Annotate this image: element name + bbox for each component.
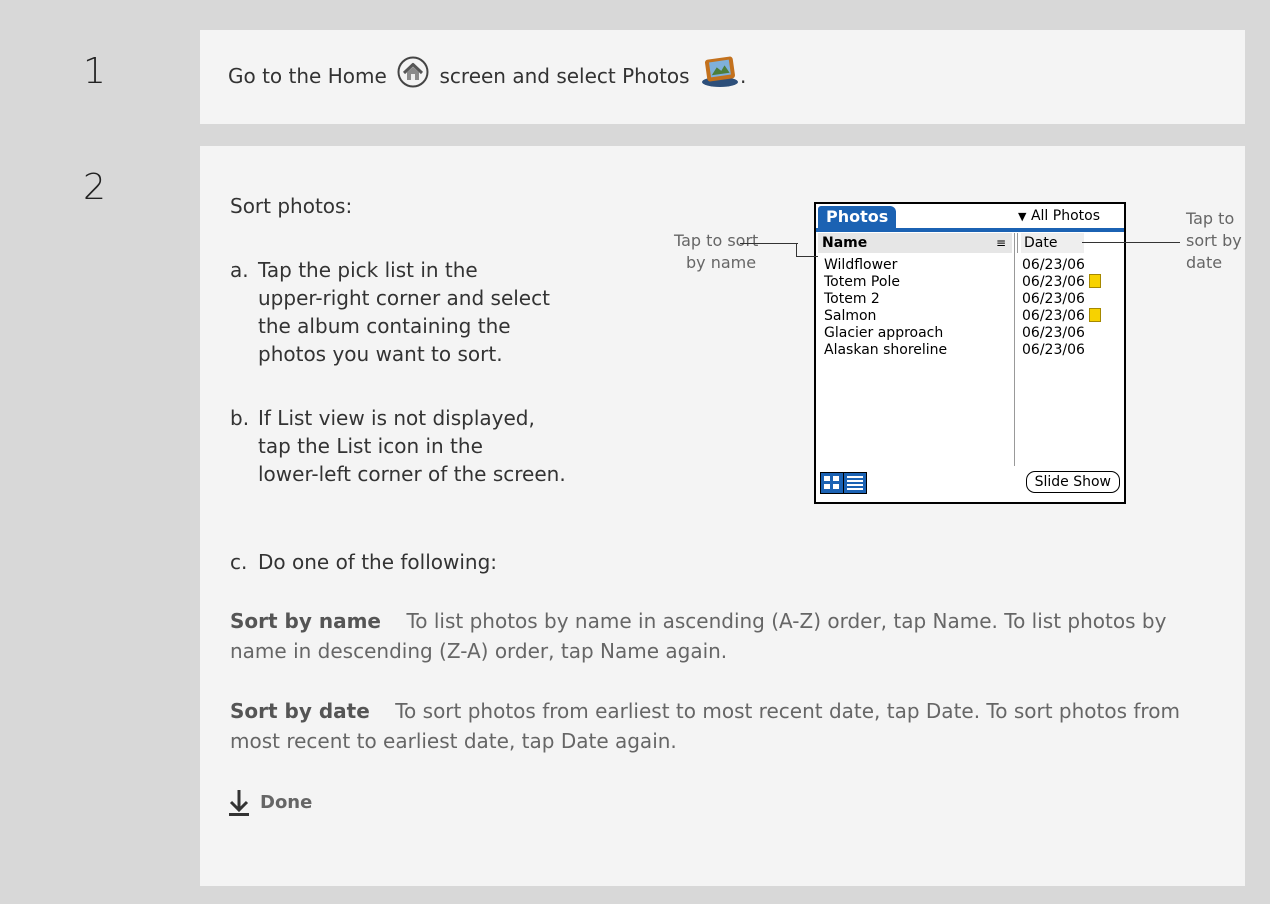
thumbnail-view-icon (824, 476, 839, 489)
item-b-line-2: tap the List icon in the (258, 434, 483, 458)
callout-leader-line (796, 256, 818, 257)
photo-date: 06/23/06 (1022, 257, 1085, 273)
step-1-text-mid: screen and select Photos (439, 64, 690, 88)
step-2-intro: Sort photos: (230, 194, 353, 218)
callout-sort-name-line-2: by name (686, 253, 757, 272)
callout-leader-line (796, 243, 797, 257)
photo-date: 06/23/06 (1022, 325, 1085, 341)
photo-date-cell: 06/23/06 (1022, 257, 1085, 274)
slide-show-label: Slide Show (1034, 474, 1111, 490)
photos-app-icon (700, 54, 740, 93)
list-marker-b: b. (230, 406, 250, 430)
item-c-line-1: Do one of the following: (258, 550, 498, 574)
step-2-body: Sort photos: a. Tap the pick list in the… (200, 146, 1245, 886)
callout-sort-date-line-1: Tap to (1186, 209, 1235, 228)
name-column-label: Name (822, 235, 868, 251)
list-marker-c: c. (230, 550, 248, 574)
callout-sort-date-line-2: sort by (1186, 231, 1242, 250)
photo-name[interactable]: Salmon (824, 308, 876, 325)
date-column-header[interactable]: Date (1021, 233, 1084, 253)
slide-show-button[interactable]: Slide Show (1025, 471, 1120, 493)
list-view-icon (847, 476, 863, 490)
photo-name[interactable]: Alaskan shoreline (824, 342, 947, 359)
step-1-text-after: . (739, 64, 747, 88)
item-a-line-2: upper-right corner and select (258, 286, 550, 310)
done-label[interactable]: Done (260, 792, 312, 813)
photo-name[interactable]: Glacier approach (824, 325, 943, 342)
callout-leader-line (1082, 242, 1180, 243)
item-b-line-3: lower-left corner of the screen. (258, 462, 566, 486)
callout-leader-line (740, 243, 798, 244)
photo-date: 06/23/06 (1022, 342, 1085, 358)
sort-by-date-text: To sort photos from earliest to most rec… (230, 699, 1180, 753)
photo-date-cell: 06/23/06 (1022, 308, 1101, 325)
callout-sort-name-line-1: Tap to sort (674, 231, 759, 250)
photo-name[interactable]: Totem Pole (824, 274, 900, 291)
list-view-button[interactable] (843, 472, 867, 494)
photo-date: 06/23/06 (1022, 291, 1085, 307)
photo-date-cell: 06/23/06 (1022, 291, 1085, 308)
down-arrow-icon (228, 789, 250, 821)
callout-sort-date-line-3: date (1186, 253, 1223, 272)
album-picklist-label: All Photos (1030, 208, 1100, 224)
thumbnail-view-button[interactable] (820, 472, 844, 494)
step-1-instruction: Go to the Home screen and select Photos … (228, 56, 747, 93)
title-bar: Photos ▼ All Photos (816, 204, 1124, 232)
note-icon[interactable] (1088, 308, 1101, 322)
sort-by-date-paragraph: Sort by date To sort photos from earlies… (230, 696, 1220, 756)
step-1-body: Go to the Home screen and select Photos … (200, 30, 1245, 124)
photo-date-cell: 06/23/06 (1022, 274, 1101, 291)
photo-date: 06/23/06 (1022, 274, 1085, 290)
item-a-line-1: Tap the pick list in the (258, 258, 478, 282)
list-marker-a: a. (230, 258, 249, 282)
photo-date: 06/23/06 (1022, 308, 1085, 324)
column-divider (1014, 233, 1015, 466)
photos-list-screenshot: Photos ▼ All Photos Name ≡ Date Wildflow… (814, 202, 1126, 504)
date-column-label: Date (1024, 235, 1058, 251)
photo-name[interactable]: Totem 2 (824, 291, 880, 308)
item-b-line-1: If List view is not displayed, (258, 406, 535, 430)
photo-name[interactable]: Wildflower (824, 257, 897, 274)
app-title-tab: Photos (818, 206, 897, 228)
column-divider (1017, 233, 1018, 253)
chevron-down-icon: ▼ (1018, 210, 1027, 223)
sort-indicator-icon: ≡ (995, 236, 1006, 250)
note-icon[interactable] (1088, 274, 1101, 288)
step-1-text-before: Go to the Home (228, 64, 387, 88)
step-1-number: 1 (83, 51, 106, 92)
photo-date-cell: 06/23/06 (1022, 342, 1085, 359)
photo-date-cell: 06/23/06 (1022, 325, 1085, 342)
item-a-line-4: photos you want to sort. (258, 342, 503, 366)
sort-by-date-label: Sort by date (230, 699, 370, 723)
item-a-line-3: the album containing the (258, 314, 511, 338)
step-number: 1 (38, 30, 198, 124)
home-icon (397, 56, 429, 93)
name-column-header[interactable]: Name ≡ (818, 233, 1012, 253)
sort-by-name-paragraph: Sort by name To list photos by name in a… (230, 606, 1220, 666)
album-picklist[interactable]: ▼ All Photos (1018, 208, 1100, 224)
step-number: 2 (38, 146, 198, 886)
sort-by-name-label: Sort by name (230, 609, 381, 633)
step-2-number: 2 (83, 167, 106, 208)
